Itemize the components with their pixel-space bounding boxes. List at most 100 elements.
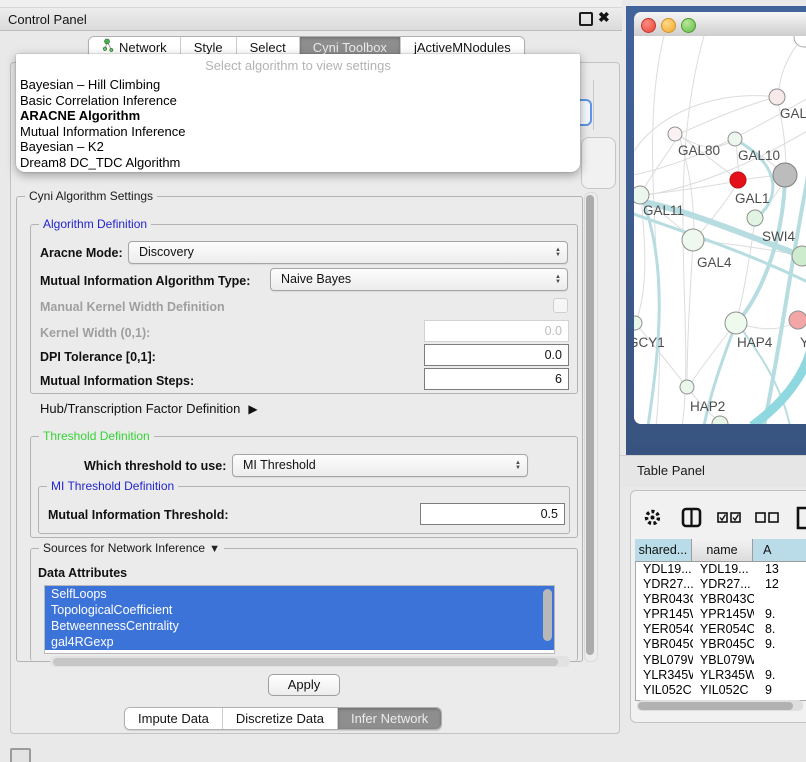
table-row[interactable]: YBR043CYBR043C <box>636 592 806 607</box>
node-label: GAL10 <box>738 148 780 163</box>
algorithm-option-bayesian-k2[interactable]: Bayesian – K2 <box>16 139 580 155</box>
settings-vertical-scrollbar[interactable] <box>584 192 598 662</box>
aracne-mode-label: Aracne Mode: <box>40 246 123 260</box>
network-node-gal80[interactable] <box>668 127 682 141</box>
unchecked-boxes-icon[interactable] <box>755 512 780 523</box>
mi-steps-field[interactable]: 6 <box>424 368 569 390</box>
table-row[interactable]: YIL052CYIL052C9 <box>636 683 806 698</box>
algorithm-option-dream8-dc-tdc-algorithm[interactable]: Dream8 DC_TDC Algorithm <box>16 155 580 171</box>
dpi-tolerance-label: DPI Tolerance [0,1]: <box>40 350 156 364</box>
network-node-hap4[interactable] <box>725 312 747 334</box>
data-attributes-list[interactable]: SelfLoopsTopologicalCoefficientBetweenne… <box>44 585 555 654</box>
network-edge <box>778 38 803 96</box>
file-icon[interactable] <box>796 506 806 530</box>
column-header-name[interactable]: name <box>692 539 753 562</box>
aracne-mode-value: Discovery <box>139 245 194 259</box>
table-cell: 13 <box>754 562 806 577</box>
table-cell: YER054C <box>636 622 693 637</box>
network-node-gal10[interactable] <box>728 132 742 146</box>
spinner-arrows-icon: ▲▼ <box>555 269 561 290</box>
apply-button[interactable]: Apply <box>268 674 340 696</box>
mi-steps-label: Mutual Information Steps: <box>40 374 194 388</box>
control-panel-titlebar <box>0 8 622 31</box>
algorithm-option-bayesian-hill-climbing[interactable]: Bayesian – Hill Climbing <box>16 77 580 93</box>
mi-type-label: Mutual Information Algorithm Type: <box>40 274 250 288</box>
float-window-icon[interactable] <box>579 12 593 26</box>
attribute-item-betweennesscentrality[interactable]: BetweennessCentrality <box>45 618 554 634</box>
column-header-shared-[interactable]: shared... <box>635 539 692 562</box>
table-cell: YDL19... <box>693 562 754 577</box>
network-node-hap2[interactable] <box>680 380 694 394</box>
attribute-item-selfloops[interactable]: SelfLoops <box>45 586 554 602</box>
mi-threshold-field[interactable]: 0.5 <box>420 503 565 525</box>
network-node-salmon-node[interactable] <box>789 311 806 329</box>
network-node-swi4[interactable] <box>747 210 763 226</box>
control-panel-title: Control Panel <box>8 12 87 27</box>
close-icon[interactable]: ✖ <box>598 9 610 26</box>
groupbox-fragment-line <box>593 80 594 130</box>
hub-definition-label: Hub/Transcription Factor Definition <box>40 401 240 416</box>
mi-type-select[interactable]: Naive Bayes ▲▼ <box>270 268 568 291</box>
algorithm-dropdown-placeholder: Select algorithm to view settings <box>16 54 580 77</box>
attribute-item-topologicalcoefficient[interactable]: TopologicalCoefficient <box>45 602 554 618</box>
kernel-width-field[interactable]: 0.0 <box>424 320 569 342</box>
network-node-gcy1[interactable] <box>634 316 642 330</box>
table-cell: YER054C <box>693 622 754 637</box>
table-row[interactable]: YPR145WYPR145W9. <box>636 607 806 622</box>
table-cell: 9. <box>754 637 806 652</box>
aracne-mode-select[interactable]: Discovery ▲▼ <box>128 241 568 264</box>
which-threshold-select[interactable]: MI Threshold ▲▼ <box>232 454 528 477</box>
node-label: HAP2 <box>690 399 725 414</box>
groupbox-fragment <box>581 137 616 189</box>
hub-definition-toggle[interactable]: Hub/Transcription Factor Definition▶ <box>40 401 258 416</box>
table-horizontal-scrollbar[interactable] <box>637 700 803 711</box>
list-scrollbar-thumb[interactable] <box>543 589 552 641</box>
table-cell <box>754 653 806 668</box>
table-cell <box>754 592 806 607</box>
tab-impute-data[interactable]: Impute Data <box>125 708 222 729</box>
tab-label: Discretize Data <box>236 708 324 729</box>
table-row[interactable]: YER054CYER054C8. <box>636 622 806 637</box>
mi-type-value: Naive Bayes <box>281 272 351 286</box>
algorithm-option-mutual-information-inference[interactable]: Mutual Information Inference <box>16 124 580 140</box>
network-node-gal1[interactable] <box>730 172 746 188</box>
network-node-gal11[interactable] <box>634 186 649 204</box>
table-header-row: shared...nameA <box>635 539 806 561</box>
settings-horizontal-scrollbar[interactable] <box>50 656 570 667</box>
table-cell: YDL19... <box>636 562 693 577</box>
node-label: GAL80 <box>678 143 720 158</box>
threshold-definition-title: Threshold Definition <box>39 429 154 443</box>
network-node-top-arc[interactable] <box>794 36 806 47</box>
algorithm-option-aracne-algorithm[interactable]: ARACNE Algorithm <box>16 108 580 124</box>
table-row[interactable]: YBR045CYBR045C9. <box>636 637 806 652</box>
network-node-gray-node[interactable] <box>773 163 797 187</box>
dpi-tolerance-field[interactable]: 0.0 <box>424 344 569 366</box>
sources-group-title[interactable]: Sources for Network Inference▼ <box>39 541 224 555</box>
which-threshold-label: Which threshold to use: <box>84 459 226 473</box>
node-label: SWI4 <box>762 229 795 244</box>
table-row[interactable]: YBL079WYBL079W <box>636 653 806 668</box>
columns-icon[interactable] <box>681 507 702 528</box>
minimize-traffic-light-icon[interactable] <box>661 18 676 33</box>
network-canvas[interactable]: GALGAL80GAL10GAL1GAL11SWI4GAL4GCY1HAP4YH… <box>634 36 806 424</box>
minimized-panel-icon[interactable] <box>10 748 31 762</box>
table-row[interactable]: YDL19...YDL19...13 <box>636 562 806 577</box>
zoom-traffic-light-icon[interactable] <box>681 18 696 33</box>
table-body: YDL19...YDL19...13YDR27...YDR27...12YBR0… <box>636 562 806 698</box>
column-header-a[interactable]: A <box>753 539 806 562</box>
checked-boxes-icon[interactable] <box>717 512 742 523</box>
table-row[interactable]: YDR27...YDR27...12 <box>636 577 806 592</box>
network-node-gal-top[interactable] <box>769 89 785 105</box>
close-traffic-light-icon[interactable] <box>641 18 656 33</box>
network-node-gal4[interactable] <box>682 229 704 251</box>
tab-infer-network[interactable]: Infer Network <box>337 708 441 729</box>
table-cell: YPR145W <box>693 607 754 622</box>
attribute-item-gal4rgexp[interactable]: gal4RGexp <box>45 634 554 650</box>
gear-icon[interactable] <box>643 508 662 527</box>
tab-discretize-data[interactable]: Discretize Data <box>222 708 337 729</box>
algorithm-option-basic-correlation-inference[interactable]: Basic Correlation Inference <box>16 93 580 109</box>
table-cell: YDR27... <box>693 577 754 592</box>
table-row[interactable]: YLR345WYLR345W9. <box>636 668 806 683</box>
manual-kernel-checkbox[interactable] <box>553 298 568 313</box>
network-window-titlebar[interactable] <box>634 12 806 37</box>
